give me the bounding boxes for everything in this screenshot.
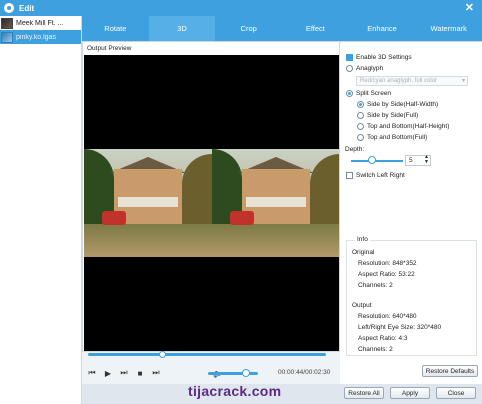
option-top-bottom-full[interactable]: Top and Bottom(Full): [357, 134, 427, 141]
option-side-by-side-full[interactable]: Side by Side(Full): [357, 112, 418, 119]
tab-enhance[interactable]: Enhance: [349, 16, 416, 41]
volume-slider[interactable]: [208, 372, 258, 375]
info-title: Info: [355, 236, 370, 243]
info-line: Aspect Ratio: 53:22: [358, 271, 415, 278]
left-eye-frame: [84, 149, 212, 257]
depth-handle[interactable]: [368, 156, 376, 164]
close-icon[interactable]: ✕: [465, 1, 474, 14]
watermark-text: tijacrack.com: [188, 383, 282, 399]
depth-spinbox[interactable]: 5 ▲ ▼: [405, 155, 431, 166]
checkbox-icon[interactable]: [346, 54, 353, 61]
info-line: Resolution: 848*352: [358, 260, 417, 267]
close-button[interactable]: Close: [436, 387, 476, 399]
switch-left-right-checkbox[interactable]: Switch Left Right: [346, 172, 405, 179]
tab-effect[interactable]: Effect: [282, 16, 349, 41]
preview-label: Output Preview: [87, 45, 132, 52]
radio-icon[interactable]: [346, 90, 353, 97]
anaglyph-select[interactable]: Red/cyan anaglyph, full color ▾: [356, 76, 468, 86]
radio-icon[interactable]: [357, 134, 364, 141]
skip-forward-icon[interactable]: ⏭: [118, 367, 130, 379]
seek-handle[interactable]: [159, 351, 166, 358]
title-bar: Edit ✕: [0, 0, 482, 16]
radio-icon[interactable]: [357, 101, 364, 108]
restore-all-button[interactable]: Restore All: [344, 387, 384, 399]
radio-icon[interactable]: [346, 65, 353, 72]
player-controls: ⏮ ▶ ⏭ ■ ⏭ 🔈 00:00:44/00:02:30: [82, 362, 340, 384]
file-item[interactable]: pinky.ko.lgas: [0, 30, 81, 44]
edit-tabs: Rotate 3D Crop Effect Enhance Watermark: [82, 16, 482, 41]
tab-crop[interactable]: Crop: [215, 16, 282, 41]
tab-3d[interactable]: 3D: [148, 16, 216, 41]
right-eye-frame: [212, 149, 339, 257]
info-line: Channels: 2: [358, 346, 393, 353]
tab-watermark[interactable]: Watermark: [415, 16, 482, 41]
restore-defaults-button[interactable]: Restore Defaults: [422, 365, 478, 377]
split-screen-radio[interactable]: Split Screen: [346, 90, 391, 97]
checkbox-icon[interactable]: [346, 172, 353, 179]
window-title: Edit: [19, 3, 35, 13]
radio-icon[interactable]: [357, 112, 364, 119]
spin-arrows-icon[interactable]: ▲ ▼: [424, 155, 429, 165]
play-icon[interactable]: ▶: [102, 367, 114, 379]
video-preview: [84, 55, 339, 351]
stop-icon[interactable]: ■: [134, 367, 146, 379]
file-list: Meek Mill Ft. ... pinky.ko.lgas: [0, 16, 82, 404]
anaglyph-radio[interactable]: Anaglyph: [346, 65, 383, 72]
option-top-bottom-half[interactable]: Top and Bottom(Half-Height): [357, 123, 449, 130]
option-side-by-side-half[interactable]: Side by Side(Half-Width): [357, 101, 438, 108]
depth-slider[interactable]: [351, 160, 403, 162]
info-line: Aspect Ratio: 4:3: [358, 335, 408, 342]
file-name: pinky.ko.lgas: [16, 33, 56, 41]
seek-bar[interactable]: [88, 353, 326, 356]
depth-label: Depth:: [345, 146, 365, 153]
apply-button[interactable]: Apply: [390, 387, 430, 399]
next-frame-icon[interactable]: ⏭: [150, 367, 162, 379]
original-heading: Original: [352, 249, 375, 256]
info-line: Left/Right Eye Size: 320*480: [358, 324, 442, 331]
enable-3d-checkbox[interactable]: Enable 3D Settings: [346, 54, 412, 61]
output-heading: Output: [352, 302, 372, 309]
info-line: Resolution: 640*480: [358, 313, 417, 320]
tab-rotate[interactable]: Rotate: [82, 16, 149, 41]
preview-panel: Output Preview: [82, 41, 340, 352]
time-display: 00:00:44/00:02:30: [278, 369, 331, 376]
info-line: Channels: 2: [358, 282, 393, 289]
skip-back-icon[interactable]: ⏮: [86, 367, 98, 379]
volume-handle[interactable]: [242, 369, 250, 377]
video-thumbnail: [1, 31, 13, 43]
chevron-down-icon: ▾: [461, 78, 465, 84]
file-name: Meek Mill Ft. ...: [16, 19, 64, 27]
radio-icon[interactable]: [357, 123, 364, 130]
file-item[interactable]: Meek Mill Ft. ...: [0, 16, 81, 30]
video-thumbnail: [1, 17, 13, 29]
app-logo-icon: [4, 3, 14, 13]
